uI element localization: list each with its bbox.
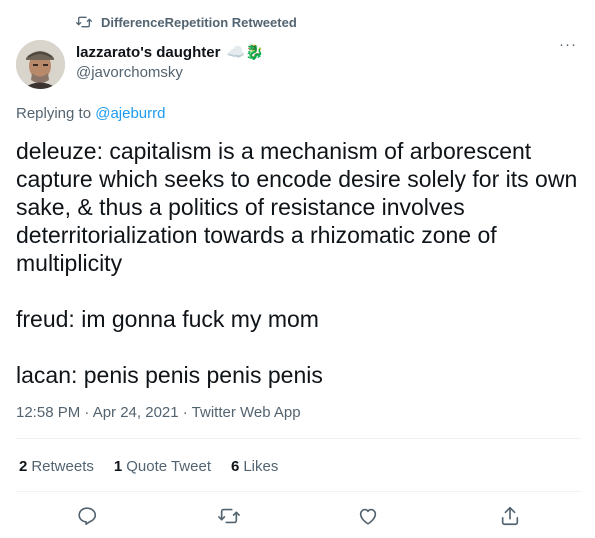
like-button[interactable] [357,505,379,527]
retweets-count: 2 [19,458,28,475]
replying-handle-link[interactable]: @ajeburrd [95,105,165,122]
author-handle[interactable]: @javorchomsky [76,64,264,81]
quotes-count: 1 [113,458,123,475]
likes-stat[interactable]: 6 Likes [231,458,278,475]
author-block: lazzarato's daughter ☁️🐉 @javorchomsky [76,42,264,82]
replying-prefix: Replying to [16,105,96,122]
likes-label: Likes [243,458,279,475]
share-button[interactable] [499,505,521,527]
avatar[interactable] [16,40,65,89]
retweets-label: Retweets [31,458,94,475]
engagement-stats: 2 Retweets 1 Quote Tweet 6 Likes [19,458,298,475]
author-name[interactable]: lazzarato's daughter [76,44,220,61]
retweeted-by-bar[interactable]: DifferenceRepetition Retweeted [76,14,297,30]
likes-count: 6 [231,458,240,475]
more-icon[interactable]: ··· [559,37,577,52]
reply-button[interactable] [76,505,98,527]
tweet-meta[interactable]: 12:58 PM · Apr 24, 2021 · Twitter Web Ap… [16,404,301,421]
divider [16,438,581,439]
quotes-label: Quote Tweet [126,458,211,475]
retweet-icon [218,508,240,524]
retweet-icon [76,16,92,28]
reply-icon [78,507,97,526]
like-icon [359,508,377,525]
tweet-text: deleuze: capitalism is a mechanism of ar… [16,138,578,388]
author-emoji: ☁️🐉 [226,44,264,61]
retweeted-by-label: DifferenceRepetition Retweeted [101,14,297,30]
action-bar [0,505,595,529]
retweet-button[interactable] [218,505,240,527]
avatar-image [16,40,65,89]
replying-to: Replying to @ajeburrd [16,105,165,122]
share-icon [501,506,519,526]
retweets-stat[interactable]: 2 Retweets [19,458,94,475]
divider [16,491,581,492]
quotes-stat[interactable]: 1 Quote Tweet [114,458,211,475]
